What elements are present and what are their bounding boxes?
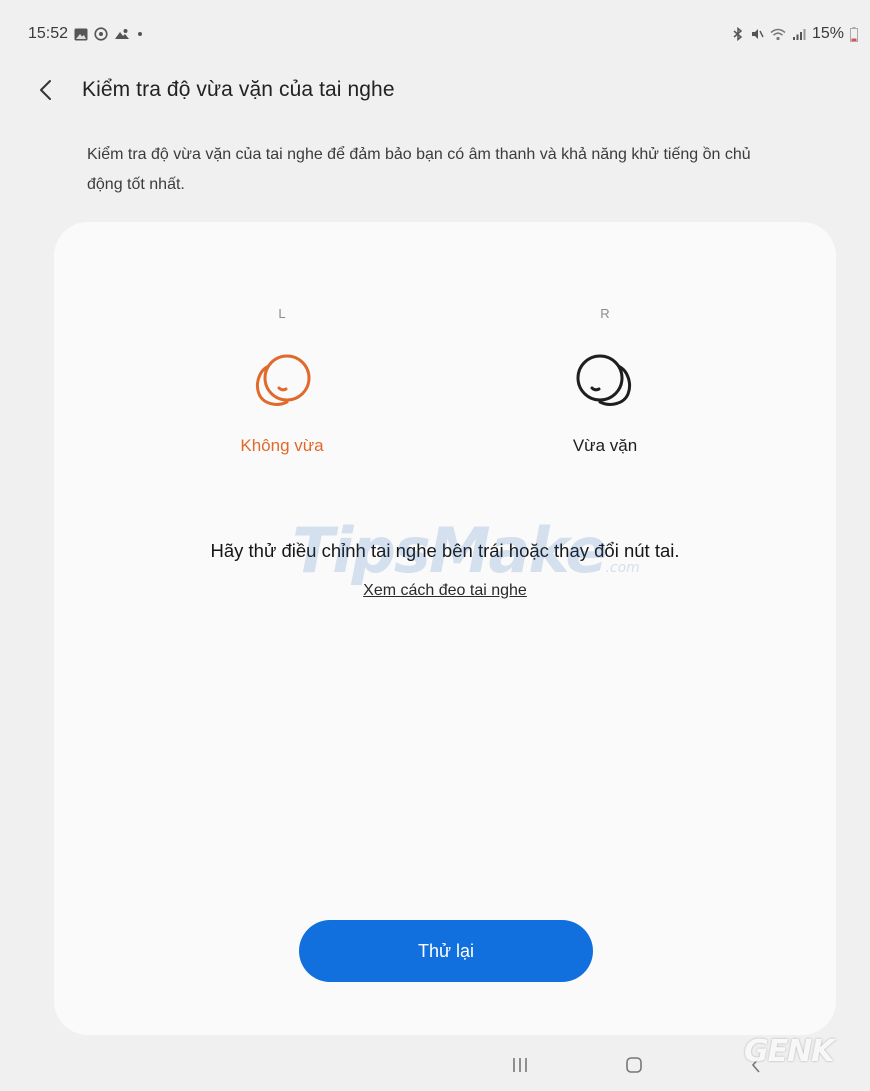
gallery-icon	[74, 28, 88, 41]
right-earbud: R Vừa vặn	[520, 306, 690, 456]
navigation-bar	[0, 1040, 870, 1091]
left-earbud: L Không vừa	[197, 306, 367, 456]
whatsapp-icon	[94, 27, 108, 41]
status-bar-right: 15%	[732, 25, 858, 43]
help-link-row: Xem cách đeo tai nghe	[54, 582, 836, 600]
fit-test-card: L Không vừa R Vừa vặn Hãy thử điều chỉnh…	[54, 222, 836, 1035]
recent-apps-icon	[513, 1058, 527, 1072]
page-description: Kiểm tra độ vừa vặn của tai nghe để đảm …	[87, 146, 751, 193]
home-icon	[626, 1057, 642, 1073]
bluetooth-icon	[732, 27, 744, 41]
dot-icon	[136, 30, 144, 38]
mute-icon	[750, 27, 764, 41]
recent-apps-button[interactable]	[500, 1050, 540, 1080]
back-button[interactable]	[34, 74, 56, 106]
fit-result-message: Hãy thử điều chỉnh tai nghe bên trái hoặ…	[210, 540, 680, 561]
battery-icon	[850, 26, 858, 42]
left-earbud-status: Không vừa	[240, 436, 324, 455]
left-earbud-side-label: L	[278, 306, 286, 321]
right-earbud-side-label: R	[600, 306, 610, 321]
genk-logo: GENK	[744, 1034, 834, 1069]
status-bar: 15:52 15%	[28, 22, 858, 46]
home-button[interactable]	[614, 1050, 654, 1080]
signal-icon	[792, 28, 806, 41]
retry-button[interactable]: Thử lại	[299, 920, 593, 982]
cloud-icon	[114, 28, 130, 40]
right-earbud-icon	[570, 344, 640, 410]
status-time: 15:52	[28, 25, 69, 42]
battery-percent: 15%	[811, 25, 844, 42]
wifi-icon	[770, 28, 786, 41]
left-earbud-icon	[247, 344, 317, 410]
app-header: Kiểm tra độ vừa vặn của tai nghe	[34, 74, 395, 106]
how-to-wear-link[interactable]: Xem cách đeo tai nghe	[363, 582, 527, 599]
page-title: Kiểm tra độ vừa vặn của tai nghe	[82, 78, 395, 101]
chevron-left-icon	[40, 80, 51, 100]
status-bar-left: 15:52	[28, 25, 144, 43]
right-earbud-status: Vừa vặn	[572, 436, 638, 455]
screen: 15:52 15% Kiểm tra độ vừa vặn của tai ng…	[0, 0, 870, 1091]
